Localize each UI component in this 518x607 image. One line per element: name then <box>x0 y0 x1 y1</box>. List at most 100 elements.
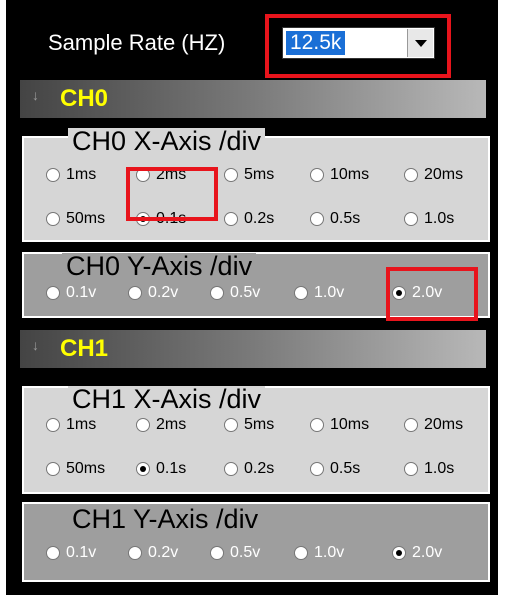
radio-button-icon[interactable] <box>210 286 224 300</box>
ch1-x-option-5ms[interactable]: 5ms <box>224 416 274 434</box>
ch0-header[interactable]: ↓ CH0 <box>20 80 486 118</box>
ch0-y-axis-group: CH0 Y-Axis /div 0.1v 0.2v 0.5v 1.0v 2.0v <box>22 252 490 318</box>
ch1-x-axis-title: CH1 X-Axis /div <box>68 386 266 413</box>
radio-button-icon[interactable] <box>46 168 60 182</box>
radio-label: 1.0s <box>424 460 455 477</box>
ch0-x-axis-title: CH0 X-Axis /div <box>68 128 266 155</box>
double-chevron-icon: ↓ <box>32 337 39 353</box>
radio-button-icon[interactable] <box>294 546 308 560</box>
ch0-x-option-1ms[interactable]: 1ms <box>46 166 96 184</box>
sample-rate-value: 12.5k <box>286 31 346 55</box>
radio-label: 1.0s <box>424 210 455 227</box>
sample-rate-dropdown[interactable]: 12.5k <box>282 27 435 59</box>
radio-label: 0.5v <box>230 544 261 561</box>
radio-label: 20ms <box>424 416 464 433</box>
radio-button-icon[interactable] <box>46 546 60 560</box>
radio-label: 50ms <box>66 210 106 227</box>
ch1-x-option-2ms[interactable]: 2ms <box>136 416 186 434</box>
radio-button-icon[interactable] <box>392 546 406 560</box>
radio-label: 0.5s <box>330 210 361 227</box>
ch1-y-axis-title: CH1 Y-Axis /div <box>68 506 263 533</box>
radio-button-icon[interactable] <box>128 286 142 300</box>
radio-button-icon[interactable] <box>46 212 60 226</box>
ch1-title: CH1 <box>60 335 109 362</box>
radio-button-icon[interactable] <box>210 546 224 560</box>
ch0-x-option-5ms[interactable]: 5ms <box>224 166 274 184</box>
radio-label: 2ms <box>156 166 187 183</box>
radio-button-icon[interactable] <box>404 462 418 476</box>
radio-label: 0.5s <box>330 460 361 477</box>
double-chevron-icon: ↓ <box>32 87 39 103</box>
radio-label: 2ms <box>156 416 187 433</box>
radio-button-icon[interactable] <box>310 212 324 226</box>
ch0-x-option-10ms[interactable]: 10ms <box>310 166 369 184</box>
radio-label: 0.2v <box>148 284 179 301</box>
radio-label: 2.0v <box>412 544 443 561</box>
radio-button-icon[interactable] <box>310 418 324 432</box>
radio-label: 2.0v <box>412 284 443 301</box>
radio-label: 0.1v <box>66 284 97 301</box>
radio-button-icon[interactable] <box>136 212 150 226</box>
ch1-header[interactable]: ↓ CH1 <box>20 330 486 368</box>
radio-label: 5ms <box>244 416 275 433</box>
radio-label: 0.5v <box>230 284 261 301</box>
radio-button-icon[interactable] <box>224 212 238 226</box>
radio-button-icon[interactable] <box>404 168 418 182</box>
radio-button-icon[interactable] <box>46 418 60 432</box>
ch0-title: CH0 <box>60 85 109 112</box>
ch0-y-option-0_1v[interactable]: 0.1v <box>46 284 96 302</box>
radio-button-icon[interactable] <box>46 286 60 300</box>
ch1-y-option-0_5v[interactable]: 0.5v <box>210 544 260 562</box>
ch1-y-option-1_0v[interactable]: 1.0v <box>294 544 344 562</box>
ch1-y-axis-group: CH1 Y-Axis /div 0.1v 0.2v 0.5v 1.0v 2.0v <box>22 502 490 582</box>
radio-button-icon[interactable] <box>310 168 324 182</box>
radio-label: 1ms <box>66 416 97 433</box>
radio-button-icon[interactable] <box>136 462 150 476</box>
ch1-x-option-20ms[interactable]: 20ms <box>404 416 463 434</box>
ch0-y-option-2_0v[interactable]: 2.0v <box>392 284 442 302</box>
ch1-x-option-50ms[interactable]: 50ms <box>46 460 105 478</box>
radio-button-icon[interactable] <box>224 168 238 182</box>
radio-button-icon[interactable] <box>404 212 418 226</box>
radio-button-icon[interactable] <box>392 286 406 300</box>
ch0-x-option-20ms[interactable]: 20ms <box>404 166 463 184</box>
ch1-y-option-0_1v[interactable]: 0.1v <box>46 544 96 562</box>
dropdown-button[interactable] <box>407 29 433 57</box>
ch0-x-option-50ms[interactable]: 50ms <box>46 210 105 228</box>
radio-label: 5ms <box>244 166 275 183</box>
radio-label: 10ms <box>330 416 370 433</box>
ch0-x-option-0_1s[interactable]: 0.1s <box>136 210 186 228</box>
ch1-x-option-0_1s[interactable]: 0.1s <box>136 460 186 478</box>
ch0-x-option-0_2s[interactable]: 0.2s <box>224 210 274 228</box>
radio-button-icon[interactable] <box>136 168 150 182</box>
ch0-y-option-0_2v[interactable]: 0.2v <box>128 284 178 302</box>
radio-label: 0.2s <box>244 210 275 227</box>
ch1-y-option-0_2v[interactable]: 0.2v <box>128 544 178 562</box>
radio-button-icon[interactable] <box>404 418 418 432</box>
radio-label: 50ms <box>66 460 106 477</box>
ch0-y-option-0_5v[interactable]: 0.5v <box>210 284 260 302</box>
radio-label: 0.2v <box>148 544 179 561</box>
ch1-x-option-10ms[interactable]: 10ms <box>310 416 369 434</box>
sample-rate-label: Sample Rate (HZ) <box>48 30 226 55</box>
radio-label: 20ms <box>424 166 464 183</box>
ch1-x-option-1ms[interactable]: 1ms <box>46 416 96 434</box>
radio-button-icon[interactable] <box>128 546 142 560</box>
radio-button-icon[interactable] <box>224 462 238 476</box>
radio-button-icon[interactable] <box>46 462 60 476</box>
radio-label: 10ms <box>330 166 370 183</box>
ch1-x-option-0_2s[interactable]: 0.2s <box>224 460 274 478</box>
ch1-x-option-1_0s[interactable]: 1.0s <box>404 460 454 478</box>
ch0-y-option-1_0v[interactable]: 1.0v <box>294 284 344 302</box>
ch1-x-option-0_5s[interactable]: 0.5s <box>310 460 360 478</box>
ch0-x-axis-group: CH0 X-Axis /div 1ms 2ms 5ms 10ms 20ms 50ms 0.1… <box>22 128 490 242</box>
radio-button-icon[interactable] <box>136 418 150 432</box>
ch1-y-option-2_0v[interactable]: 2.0v <box>392 544 442 562</box>
ch0-x-option-1_0s[interactable]: 1.0s <box>404 210 454 228</box>
radio-label: 0.2s <box>244 460 275 477</box>
ch0-x-option-2ms[interactable]: 2ms <box>136 166 186 184</box>
radio-button-icon[interactable] <box>224 418 238 432</box>
ch0-x-option-0_5s[interactable]: 0.5s <box>310 210 360 228</box>
radio-button-icon[interactable] <box>310 462 324 476</box>
radio-button-icon[interactable] <box>294 286 308 300</box>
